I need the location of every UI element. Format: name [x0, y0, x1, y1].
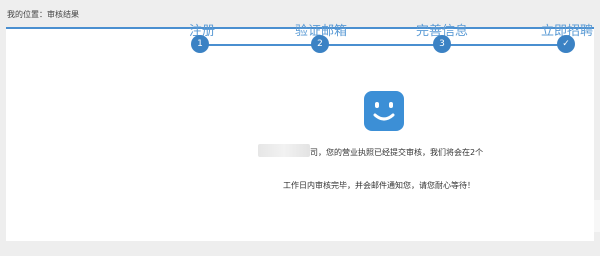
- result-message-line1: 司，您的营业执照已经提交审核，我们将会在2个: [310, 148, 484, 157]
- smiley-icon: [364, 91, 404, 131]
- breadcrumb-prefix: 我的位置：: [7, 10, 47, 19]
- redacted-company-name: [258, 144, 310, 157]
- breadcrumb-current: 审核结果: [47, 10, 79, 19]
- step-marker-3: 3: [433, 35, 451, 53]
- progress-line: [198, 44, 566, 46]
- check-icon: ✓: [557, 35, 575, 53]
- breadcrumb: 我的位置：审核结果: [7, 9, 79, 20]
- step-marker-2: 2: [311, 35, 329, 53]
- step-marker-1: 1: [191, 35, 209, 53]
- content-panel: [6, 27, 594, 241]
- result-message-line2: 工作日内审核完毕，并会邮件通知您，请您耐心等待！: [283, 181, 475, 190]
- scrollbar[interactable]: [594, 200, 600, 232]
